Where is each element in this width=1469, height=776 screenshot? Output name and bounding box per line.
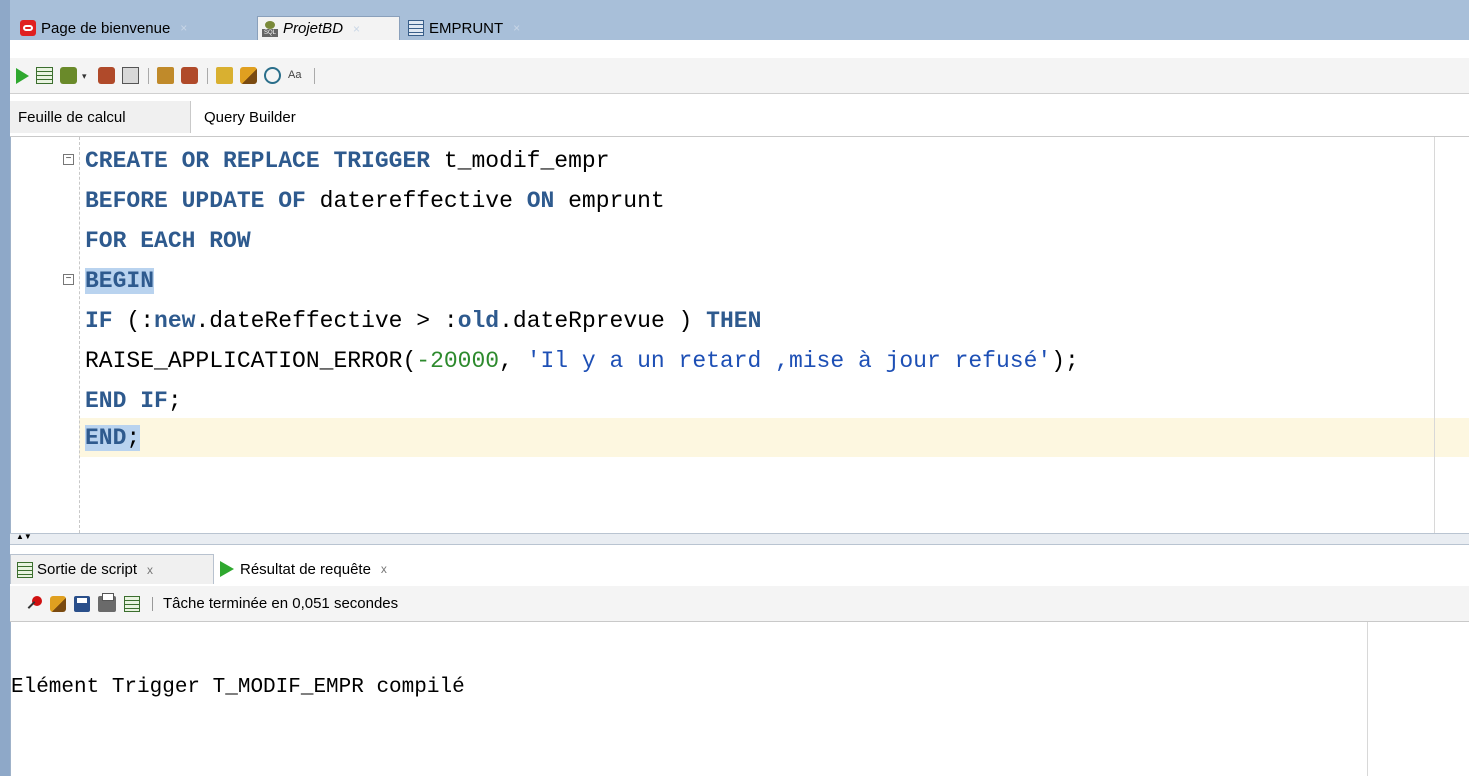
close-icon[interactable]: ×	[180, 21, 187, 35]
print-icon[interactable]	[98, 592, 116, 612]
tab-projetbd[interactable]: ProjetBD ×	[257, 16, 400, 40]
code-text: .dateRprevue )	[499, 308, 707, 334]
explain-plan-icon[interactable]	[122, 67, 139, 84]
keyword: old	[457, 308, 500, 334]
keyword: FOR EACH ROW	[85, 228, 251, 254]
code-line-5: IF (:new.dateReffective > :old.dateRprev…	[85, 301, 761, 341]
sql-tuning-icon[interactable]	[181, 67, 198, 84]
gutter-guide	[79, 137, 80, 533]
close-icon[interactable]: x	[381, 562, 387, 576]
commit-icon[interactable]	[60, 67, 77, 84]
pin-icon[interactable]	[26, 595, 42, 612]
clear-icon[interactable]	[240, 67, 257, 84]
worksheet-toolbar: ▾ Aa	[10, 58, 1469, 94]
keyword: new	[154, 308, 196, 334]
worksheet-subtabs: Feuille de calcul Query Builder	[10, 101, 1469, 137]
identifier: datereffective	[305, 188, 527, 214]
number-literal: -20000	[416, 348, 500, 374]
run-script-icon[interactable]	[36, 67, 53, 84]
output-right-margin	[1367, 622, 1368, 776]
code-line-8: END;	[85, 418, 141, 458]
current-line-highlight	[79, 418, 1469, 457]
expand-collapse-arrows-icon[interactable]: ▲▼	[16, 533, 32, 541]
tab-label: Sortie de script	[37, 561, 138, 578]
script-output-icon	[17, 561, 33, 578]
script-output-pane[interactable]: Elément Trigger T_MODIF_EMPR compilé	[10, 622, 1469, 776]
tab-label: Page de bienvenue	[41, 19, 171, 37]
keyword: BEFORE UPDATE OF	[85, 188, 306, 214]
tab-feuille-de-calcul[interactable]: Feuille de calcul	[10, 101, 191, 133]
rollback-icon[interactable]	[98, 67, 115, 84]
code-line-6: RAISE_APPLICATION_ERROR(-20000, 'Il y a …	[85, 341, 1079, 381]
string-literal: 'Il y a un retard ,mise à jour refusé'	[526, 348, 1052, 374]
code-text: );	[1051, 348, 1079, 374]
monitor-icon[interactable]	[264, 67, 281, 84]
output-toolbar: Tâche terminée en 0,051 secondes	[10, 586, 1469, 622]
tab-label: ProjetBD	[283, 20, 344, 37]
keyword: END IF	[85, 388, 168, 414]
clear-output-icon[interactable]	[50, 595, 66, 612]
code-line-3: FOR EACH ROW	[85, 221, 251, 261]
identifier: t_modif_empr	[430, 148, 610, 174]
right-margin-line	[1434, 137, 1435, 533]
keyword: IF	[85, 308, 113, 334]
tab-label: EMPRUNT	[429, 19, 504, 37]
format-case-icon[interactable]: Aa	[288, 67, 305, 84]
query-result-icon	[220, 561, 234, 577]
tab-page-de-bienvenue[interactable]: Page de bienvenue ×	[16, 16, 253, 40]
autotrace-icon[interactable]	[157, 67, 174, 84]
code-text: (:	[112, 308, 155, 334]
keyword-highlighted: END	[85, 425, 127, 451]
output-tab-bar: Sortie de script x Résultat de requête x	[10, 548, 1469, 586]
tab-emprunt[interactable]: EMPRUNT ×	[404, 16, 552, 40]
left-window-edge	[0, 40, 10, 776]
tab-label: Résultat de requête	[240, 560, 371, 578]
document-tab-bar: Page de bienvenue × ProjetBD × EMPRUNT ×	[0, 0, 1469, 40]
table-icon	[408, 20, 424, 36]
close-icon[interactable]: ×	[513, 21, 520, 35]
fold-collapse-icon[interactable]: −	[63, 154, 74, 165]
close-icon[interactable]: ×	[353, 22, 360, 36]
output-message: Elément Trigger T_MODIF_EMPR compilé	[11, 676, 465, 699]
code-text: ;	[167, 388, 182, 414]
sql-history-icon[interactable]	[216, 67, 233, 84]
keyword: CREATE OR REPLACE TRIGGER	[85, 148, 431, 174]
save-icon[interactable]	[74, 595, 90, 612]
tab-resultat-de-requete[interactable]: Résultat de requête x	[214, 554, 393, 584]
code-line-1: CREATE OR REPLACE TRIGGER t_modif_empr	[85, 141, 610, 181]
oracle-icon	[20, 20, 36, 36]
chevron-down-icon[interactable]: ▾	[82, 71, 90, 80]
close-icon[interactable]: x	[147, 563, 153, 577]
tab-sortie-de-script[interactable]: Sortie de script x	[10, 554, 214, 584]
run-statement-icon[interactable]	[16, 67, 29, 84]
code-text: .dateReffective > :	[195, 308, 458, 334]
code-line-7: END IF;	[85, 381, 182, 421]
pane-splitter[interactable]: ▲▼	[10, 533, 1469, 545]
code-line-4: BEGIN	[85, 261, 155, 301]
toolbar-separator	[152, 596, 153, 611]
code-line-2: BEFORE UPDATE OF datereffective ON empru…	[85, 181, 665, 221]
keyword-highlighted: BEGIN	[85, 268, 155, 294]
sql-editor[interactable]: − − CREATE OR REPLACE TRIGGER t_modif_em…	[10, 137, 1469, 533]
open-file-icon[interactable]	[124, 595, 140, 612]
code-text: ;	[126, 425, 141, 451]
code-text: ,	[499, 348, 527, 374]
database-connection-icon	[262, 20, 278, 37]
task-status-text: Tâche terminée en 0,051 secondes	[163, 595, 399, 612]
fold-collapse-icon[interactable]: −	[63, 274, 74, 285]
toolbar-separator	[314, 67, 315, 84]
keyword: ON	[526, 188, 555, 214]
toolbar-separator	[148, 67, 149, 84]
identifier: emprunt	[554, 188, 665, 214]
toolbar-separator	[207, 67, 208, 84]
tab-query-builder[interactable]: Query Builder	[196, 101, 304, 133]
keyword: THEN	[706, 308, 762, 334]
code-text: RAISE_APPLICATION_ERROR(	[85, 348, 417, 374]
